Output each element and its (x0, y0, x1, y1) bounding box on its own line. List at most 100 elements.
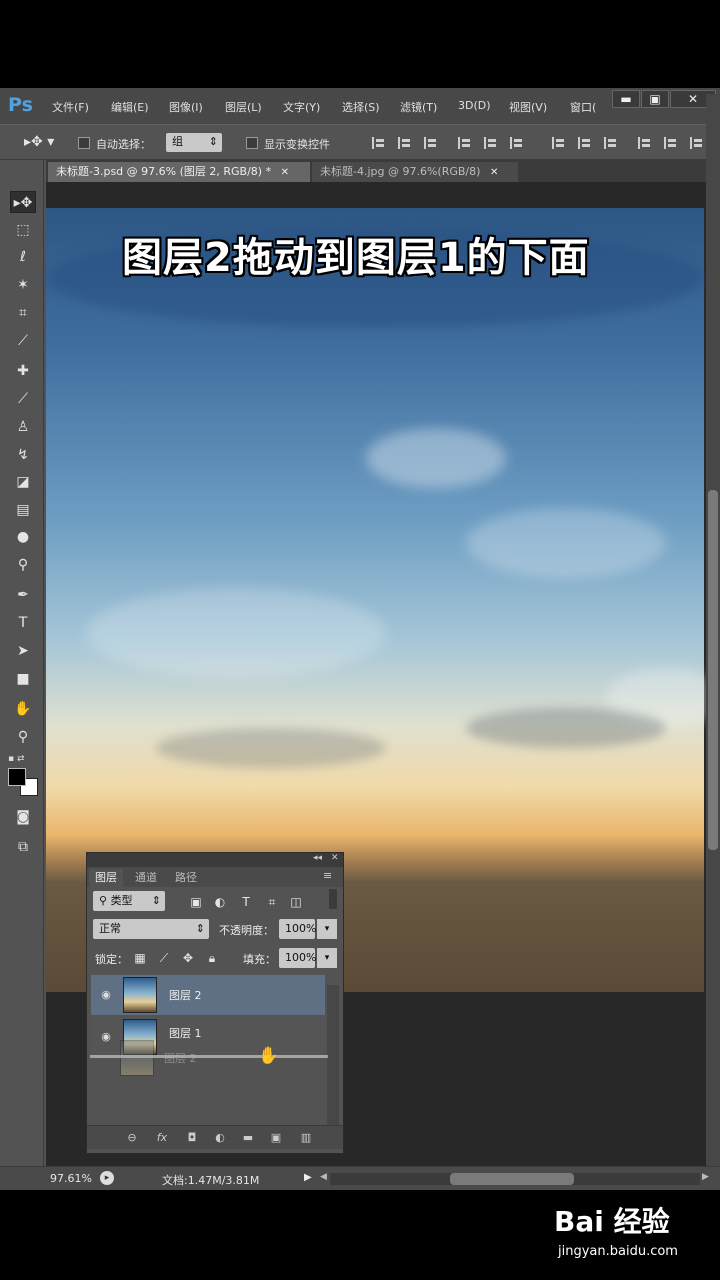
adjustment-icon[interactable]: ◐ (213, 1131, 227, 1145)
fill-field[interactable]: 100% (279, 948, 316, 968)
marquee-tool-icon[interactable]: ⬚ (10, 219, 36, 241)
scroll-left-arrow-icon[interactable]: ◀ (320, 1172, 327, 1182)
auto-select-dropdown[interactable]: 组 ⇕ (166, 133, 222, 152)
opacity-dropdown-arrow-icon[interactable]: ▾ (317, 919, 337, 939)
type-tool-icon[interactable]: T (10, 612, 36, 634)
filter-pixel-icon[interactable]: ▣ (189, 895, 203, 909)
move-tool-preset-icon[interactable]: ▸✥ ▾ (24, 134, 54, 150)
menu-layer[interactable]: 图层(L) (225, 99, 262, 115)
distribute-right-icon[interactable] (690, 137, 704, 149)
screen-mode-icon[interactable]: ⧉ (10, 836, 36, 858)
hand-tool-icon[interactable]: ✋ (10, 698, 36, 720)
tab-document-3[interactable]: 未标题-3.psd @ 97.6% (图层 2, RGB/8) * ✕ (48, 162, 310, 182)
filter-smart-object-icon[interactable]: ◫ (289, 895, 303, 909)
menu-file[interactable]: 文件(F) (52, 99, 89, 115)
tab-layers[interactable]: 图层 (89, 869, 123, 887)
tutorial-caption: 图层2拖动到图层1的下面 (122, 235, 590, 281)
trash-icon[interactable]: ▥ (299, 1131, 313, 1145)
align-hcenter-icon[interactable] (484, 137, 498, 149)
distribute-left-icon[interactable] (638, 137, 652, 149)
layer-name[interactable]: 图层 1 (169, 1025, 202, 1041)
visibility-eye-icon[interactable]: ◉ (99, 1030, 113, 1044)
menu-view[interactable]: 视图(V) (509, 99, 547, 115)
align-vcenter-icon[interactable] (398, 137, 412, 149)
link-icon[interactable]: ⊖ (125, 1131, 139, 1145)
eraser-tool-icon[interactable]: ◪ (10, 471, 36, 493)
zoom-tool-icon[interactable]: ⚲ (10, 726, 36, 748)
vertical-scroll-thumb[interactable] (708, 490, 718, 850)
maximize-button[interactable]: ▣ (641, 90, 669, 108)
rectangle-tool-icon[interactable]: ■ (10, 668, 36, 690)
new-layer-icon[interactable]: ▣ (269, 1131, 283, 1145)
tab-paths[interactable]: 路径 (169, 869, 203, 887)
crop-tool-icon[interactable]: ⌗ (10, 302, 36, 324)
menu-type[interactable]: 文字(Y) (283, 99, 320, 115)
quick-mask-icon[interactable]: ◙ (10, 806, 36, 828)
auto-select-checkbox[interactable] (78, 137, 90, 149)
panel-menu-icon[interactable]: ≡ (323, 869, 332, 882)
zoom-level[interactable]: 97.61% (50, 1172, 92, 1185)
close-icon[interactable]: ✕ (490, 167, 498, 178)
folder-icon[interactable]: ▬ (241, 1131, 255, 1145)
menu-3d[interactable]: 3D(D) (458, 99, 491, 112)
close-panel-icon[interactable]: ✕ (331, 853, 339, 863)
pen-tool-icon[interactable]: ✒ (10, 584, 36, 606)
layer-row-2[interactable]: ◉ 图层 2 (91, 975, 325, 1015)
history-brush-tool-icon[interactable]: ↯ (10, 444, 36, 466)
menu-select[interactable]: 选择(S) (342, 99, 380, 115)
lasso-tool-icon[interactable]: ℓ (10, 246, 36, 268)
distribute-vcenter-icon[interactable] (578, 137, 592, 149)
close-icon[interactable]: ✕ (281, 167, 289, 178)
menu-image[interactable]: 图像(I) (169, 99, 203, 115)
tab-document-4[interactable]: 未标题-4.jpg @ 97.6%(RGB/8) ✕ (312, 162, 518, 182)
show-transform-checkbox[interactable] (246, 137, 258, 149)
fx-icon[interactable]: fx (155, 1131, 169, 1145)
tab-channels[interactable]: 通道 (129, 869, 163, 887)
collapse-panel-icon[interactable]: ◂◂ (313, 853, 322, 863)
align-right-icon[interactable] (510, 137, 524, 149)
distribute-top-icon[interactable] (552, 137, 566, 149)
healing-brush-tool-icon[interactable]: ✚ (10, 360, 36, 382)
align-top-icon[interactable] (372, 137, 386, 149)
filter-toggle[interactable] (329, 889, 337, 909)
filter-adjustment-icon[interactable]: ◐ (213, 895, 227, 909)
scroll-right-arrow-icon[interactable]: ▶ (702, 1172, 709, 1182)
layer-name[interactable]: 图层 2 (169, 987, 202, 1003)
magic-wand-tool-icon[interactable]: ✶ (10, 274, 36, 296)
distribute-bottom-icon[interactable] (604, 137, 618, 149)
minimize-button[interactable]: ▬ (612, 90, 640, 108)
mask-icon[interactable]: ◘ (185, 1131, 199, 1145)
path-selection-tool-icon[interactable]: ➤ (10, 640, 36, 662)
blend-mode-dropdown[interactable]: 正常 ⇕ (93, 919, 209, 939)
fill-dropdown-arrow-icon[interactable]: ▾ (317, 948, 337, 968)
panel-header[interactable]: ◂◂ ✕ (87, 853, 343, 867)
menu-edit[interactable]: 编辑(E) (111, 99, 149, 115)
lock-position-icon[interactable]: ✥ (181, 951, 195, 965)
menu-window[interactable]: 窗口( (570, 99, 596, 115)
status-menu-arrow-icon[interactable]: ▶ (304, 1172, 312, 1183)
filter-type-icon[interactable]: T (239, 895, 253, 909)
visibility-eye-icon[interactable]: ◉ (99, 988, 113, 1002)
align-left-icon[interactable] (458, 137, 472, 149)
lock-image-icon[interactable]: ⟋ (157, 951, 171, 965)
clone-stamp-tool-icon[interactable]: ♙ (10, 416, 36, 438)
gradient-tool-icon[interactable]: ▤ (10, 499, 36, 521)
hand-cursor-icon: ✋ (258, 1046, 280, 1066)
status-info-icon[interactable]: ▸ (100, 1171, 114, 1185)
eyedropper-tool-icon[interactable]: ⟋ (10, 330, 36, 352)
default-colors-icon[interactable]: ▪ ⇄ (8, 754, 25, 764)
lock-all-icon[interactable]: 🔒︎ (205, 951, 219, 965)
horizontal-scroll-thumb[interactable] (450, 1173, 574, 1185)
dodge-tool-icon[interactable]: ⚲ (10, 554, 36, 576)
filter-kind-dropdown[interactable]: ⚲ 类型 ⇕ (93, 891, 165, 911)
align-bottom-icon[interactable] (424, 137, 438, 149)
opacity-field[interactable]: 100% (279, 919, 316, 939)
blur-tool-icon[interactable]: ● (10, 526, 36, 548)
filter-shape-icon[interactable]: ⌗ (265, 895, 279, 909)
foreground-color-swatch[interactable] (8, 768, 26, 786)
lock-transparent-icon[interactable]: ▦ (133, 951, 147, 965)
distribute-hcenter-icon[interactable] (664, 137, 678, 149)
move-tool-icon[interactable]: ▸✥ (10, 191, 36, 213)
brush-tool-icon[interactable]: ⟋ (10, 388, 36, 410)
menu-filter[interactable]: 滤镜(T) (400, 99, 437, 115)
